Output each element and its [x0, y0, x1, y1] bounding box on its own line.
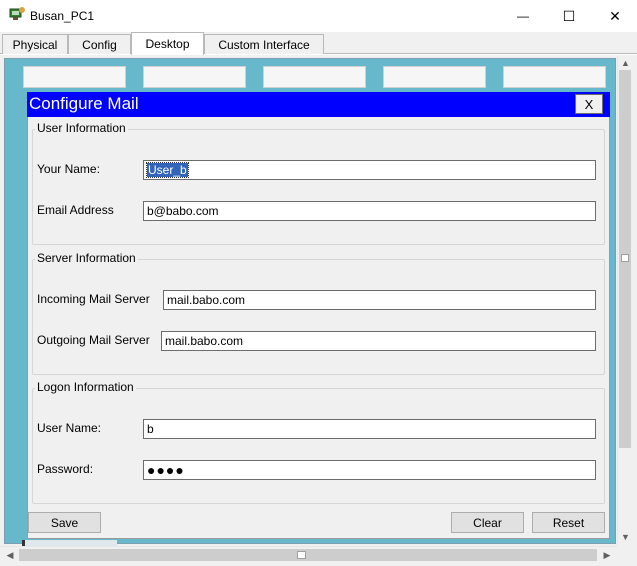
scroll-left-arrow-icon[interactable]: ◀ — [2, 547, 18, 564]
tab-physical[interactable]: Physical — [2, 34, 68, 54]
minimize-button[interactable]: — — [500, 0, 546, 32]
incoming-mail-server-label: Incoming Mail Server — [37, 292, 150, 306]
user-name-label: User Name: — [37, 421, 102, 435]
horizontal-scroll-grip-icon — [297, 551, 306, 559]
password-field[interactable]: ●●●● — [143, 460, 596, 480]
email-address-field[interactable]: b@babo.com — [143, 201, 596, 221]
minimize-icon: — — [517, 9, 529, 23]
close-icon: ✕ — [609, 7, 621, 24]
password-mask: ●●●● — [147, 462, 185, 478]
user-name-value: b — [147, 422, 154, 436]
reset-button[interactable]: Reset — [532, 512, 605, 533]
your-name-value: User_b — [146, 162, 189, 178]
desktop-app-icon[interactable] — [503, 66, 606, 88]
scroll-right-arrow-icon[interactable]: ▶ — [599, 547, 615, 564]
outgoing-mail-server-label: Outgoing Mail Server — [37, 333, 150, 347]
user-information-legend: User Information — [35, 121, 128, 135]
password-label: Password: — [37, 462, 94, 476]
desktop-app-icon[interactable] — [143, 66, 246, 88]
outgoing-mail-server-value: mail.babo.com — [165, 334, 244, 348]
server-information-legend: Server Information — [35, 251, 138, 265]
incoming-mail-server-field[interactable]: mail.babo.com — [163, 290, 596, 310]
dialog-close-button[interactable]: X — [575, 94, 603, 114]
your-name-field[interactable]: User_b — [143, 160, 596, 180]
user-information-group — [32, 129, 605, 245]
outgoing-mail-server-field[interactable]: mail.babo.com — [161, 331, 596, 351]
incoming-mail-server-value: mail.babo.com — [167, 293, 246, 307]
maximize-button[interactable]: ☐ — [546, 0, 592, 32]
desktop-app-icon[interactable] — [23, 66, 126, 88]
dialog-title: Configure Mail — [29, 94, 139, 113]
tab-desktop[interactable]: Desktop — [131, 32, 204, 55]
clear-button[interactable]: Clear — [451, 512, 524, 533]
maximize-icon: ☐ — [562, 7, 576, 24]
email-address-label: Email Address — [37, 203, 114, 217]
horizontal-scroll-thumb[interactable] — [19, 549, 597, 561]
logon-information-group — [32, 388, 605, 504]
logon-information-legend: Logon Information — [35, 380, 136, 394]
save-button[interactable]: Save — [28, 512, 101, 533]
scroll-up-arrow-icon[interactable]: ▲ — [617, 56, 634, 70]
server-information-group — [32, 259, 605, 375]
scroll-down-arrow-icon[interactable]: ▼ — [617, 530, 634, 544]
desktop-app-icon[interactable] — [383, 66, 486, 88]
your-name-label: Your Name: — [37, 162, 100, 176]
window-title: Busan_PC1 — [30, 9, 95, 23]
vertical-scroll-grip-icon — [621, 254, 629, 262]
close-window-button[interactable]: ✕ — [592, 0, 637, 32]
app-icon — [8, 6, 26, 24]
user-name-field[interactable]: b — [143, 419, 596, 439]
tab-custom-interface[interactable]: Custom Interface — [204, 34, 324, 54]
tab-config[interactable]: Config — [68, 34, 131, 54]
email-address-value: b@babo.com — [147, 204, 219, 218]
desktop-app-icon[interactable] — [263, 66, 366, 88]
